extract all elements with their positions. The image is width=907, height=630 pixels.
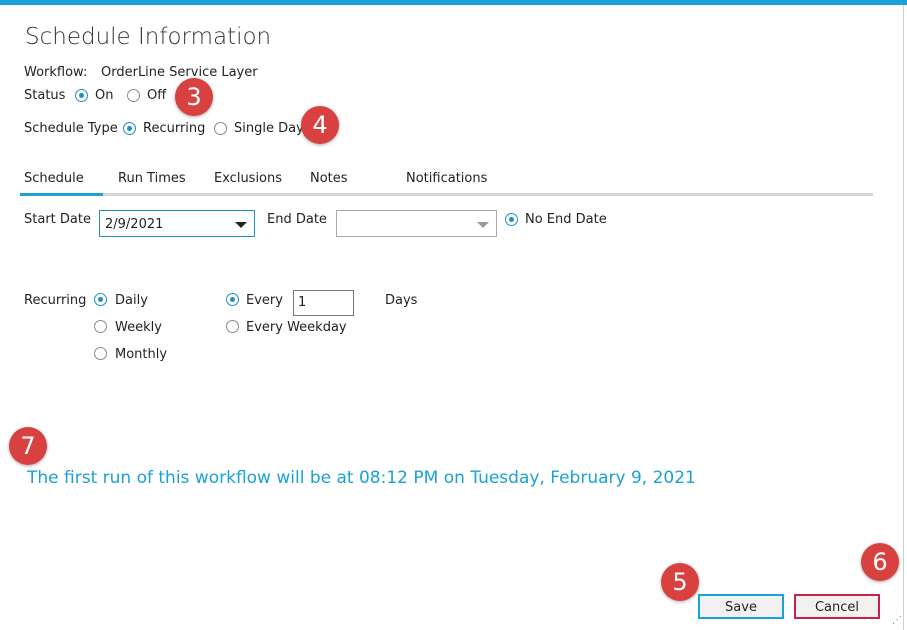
active-tab-indicator [20, 193, 103, 196]
every-weekday-label[interactable]: Every Weekday [246, 320, 347, 335]
cancel-button[interactable]: Cancel [794, 594, 880, 619]
recurring-monthly-label[interactable]: Monthly [115, 347, 167, 362]
status-on-radio[interactable] [75, 89, 88, 102]
page-title: Schedule Information [25, 24, 272, 50]
no-end-date-radio[interactable] [505, 213, 518, 226]
annotation-badge-4: 4 [301, 106, 339, 144]
annotation-badge-6: 6 [861, 543, 899, 581]
first-run-message: The first run of this workflow will be a… [27, 468, 696, 488]
chevron-down-icon[interactable] [477, 222, 489, 228]
status-on-label[interactable]: On [95, 88, 113, 103]
schedule-type-recurring-radio[interactable] [123, 122, 136, 135]
save-button[interactable]: Save [698, 594, 784, 619]
recurring-label: Recurring [24, 293, 87, 308]
recurring-daily-radio[interactable] [94, 293, 107, 306]
tab-strip-divider [20, 193, 873, 196]
window-right-border [903, 5, 904, 630]
chevron-down-icon[interactable] [235, 222, 247, 228]
start-date-picker[interactable]: 2/9/2021 [99, 210, 255, 237]
start-date-label: Start Date [24, 212, 91, 227]
status-off-radio[interactable] [127, 89, 140, 102]
recurring-monthly-radio[interactable] [94, 347, 107, 360]
end-date-picker[interactable] [336, 210, 497, 237]
start-date-value: 2/9/2021 [105, 217, 164, 232]
resize-grip-icon[interactable]: ⋰ [892, 615, 902, 626]
annotation-badge-5: 5 [661, 563, 699, 601]
workflow-label: Workflow: [24, 65, 88, 80]
tab-schedule[interactable]: Schedule [24, 171, 84, 186]
recurring-daily-label[interactable]: Daily [115, 293, 148, 308]
tab-exclusions[interactable]: Exclusions [214, 171, 282, 186]
schedule-type-recurring-label[interactable]: Recurring [143, 121, 205, 136]
schedule-type-label: Schedule Type [24, 121, 118, 136]
tab-notes[interactable]: Notes [310, 171, 348, 186]
schedule-type-single-day-radio[interactable] [214, 122, 227, 135]
schedule-type-single-day-label[interactable]: Single Day [234, 121, 304, 136]
every-n-days-radio[interactable] [226, 293, 239, 306]
status-label: Status [24, 88, 66, 103]
recurring-weekly-radio[interactable] [94, 320, 107, 333]
every-label[interactable]: Every [246, 293, 283, 308]
tab-run-times[interactable]: Run Times [118, 171, 186, 186]
annotation-badge-3: 3 [175, 78, 213, 116]
recurring-weekly-label[interactable]: Weekly [115, 320, 162, 335]
every-days-input[interactable]: 1 [293, 290, 354, 316]
every-days-value: 1 [298, 295, 307, 310]
top-accent-bar [0, 0, 907, 5]
days-label: Days [385, 293, 418, 308]
workflow-value: OrderLine Service Layer [101, 65, 258, 80]
tab-notifications[interactable]: Notifications [406, 171, 487, 186]
status-off-label[interactable]: Off [147, 88, 166, 103]
no-end-date-label[interactable]: No End Date [525, 212, 607, 227]
end-date-label: End Date [267, 212, 327, 227]
annotation-badge-7: 7 [9, 427, 47, 465]
every-weekday-radio[interactable] [226, 320, 239, 333]
